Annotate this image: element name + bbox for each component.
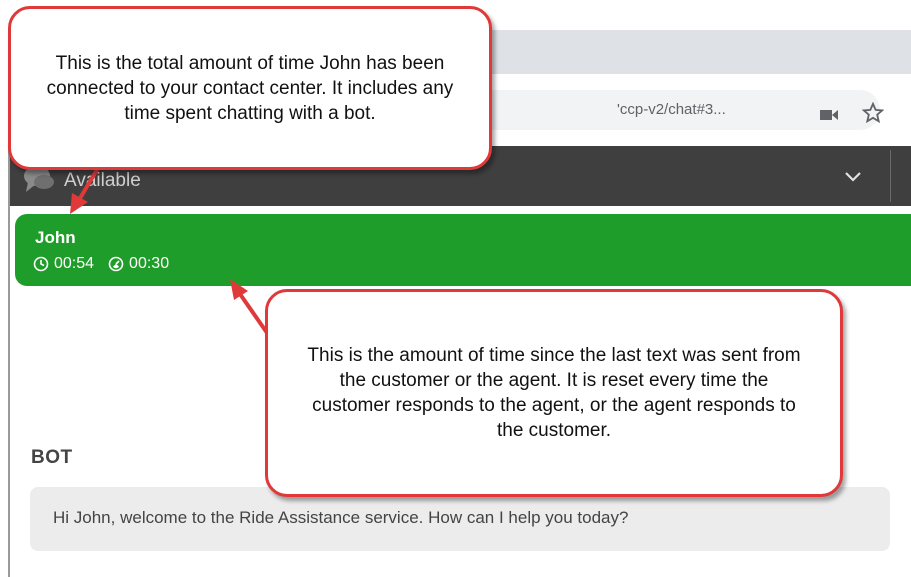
callout-total-time-text: This is the total amount of time John ha…	[46, 52, 454, 124]
time-since-last-message: 00:30	[129, 255, 170, 272]
sender-label: BOT	[31, 447, 73, 468]
message-text: Hi John, welcome to the Ride Assistance …	[53, 508, 629, 527]
contact-name: John	[35, 228, 76, 247]
camera-icon[interactable]	[820, 108, 838, 122]
agent-status-label: Available	[64, 170, 141, 191]
callout-last-text-time: This is the amount of time since the las…	[265, 289, 843, 497]
contact-timers: 00:54 00:30	[33, 255, 169, 273]
bookmark-star-icon[interactable]	[862, 102, 884, 124]
callout-last-text-time-text: This is the amount of time since the las…	[307, 345, 801, 441]
chevron-down-icon[interactable]	[844, 170, 862, 184]
status-divider	[890, 150, 891, 202]
address-bar-url[interactable]: 'ccp-v2/chat#3...	[617, 101, 726, 118]
connected-time: 00:54	[54, 255, 95, 272]
contact-card[interactable]	[15, 214, 911, 286]
clock-icon	[33, 256, 49, 272]
callout-total-time: This is the total amount of time John ha…	[8, 6, 492, 170]
timer-icon	[108, 256, 124, 272]
